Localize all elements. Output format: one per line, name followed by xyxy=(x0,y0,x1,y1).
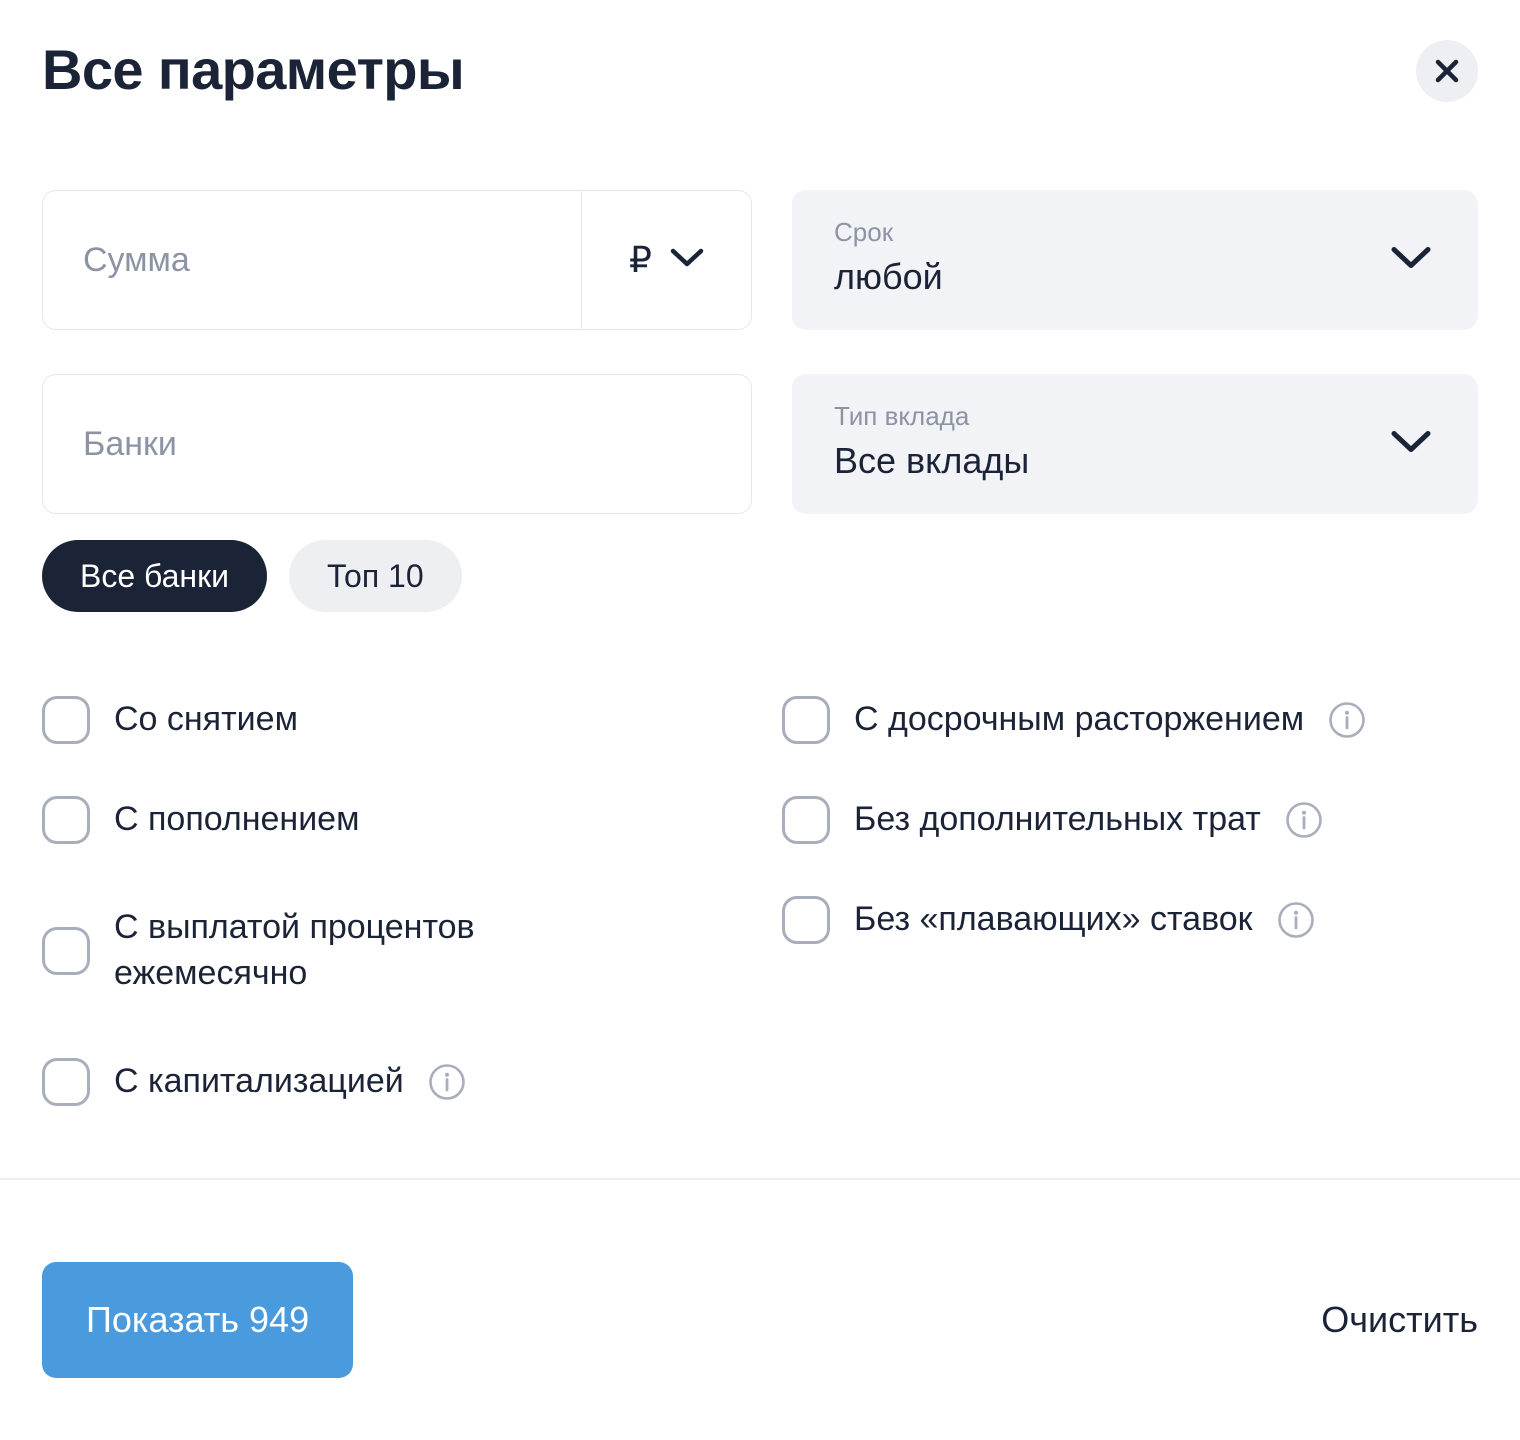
term-select-label: Срок xyxy=(834,217,894,247)
chevron-down-icon xyxy=(1390,429,1432,460)
checkbox-row[interactable]: Со снятием xyxy=(42,670,782,770)
checkbox-box[interactable] xyxy=(782,896,830,944)
show-results-button[interactable]: Показать 949 xyxy=(42,1262,354,1378)
bank-scope-all-banks[interactable]: Все банки xyxy=(42,540,267,612)
modal-footer: Показать 949 Очистить xyxy=(42,1262,1478,1378)
checkbox-box[interactable] xyxy=(42,696,90,744)
bank-scope-top-10[interactable]: Топ 10 xyxy=(288,540,462,612)
page-title: Все параметры xyxy=(42,38,465,101)
checkbox-column-right: С досрочным расторжением Без дополнитель… xyxy=(782,670,1478,1132)
checkbox-row[interactable]: С пополнением xyxy=(42,770,782,870)
term-select-value: любой xyxy=(834,255,943,297)
checkbox-label: С выплатой процентов ежемесячно xyxy=(114,908,475,992)
checkbox-column-left: Со снятием С пополнением С выплатой проц… xyxy=(42,670,782,1132)
filter-controls: ₽ Срок любой Тип вклада xyxy=(42,190,1478,514)
chevron-down-icon xyxy=(670,247,704,274)
banks-input[interactable] xyxy=(43,424,751,464)
amount-input[interactable] xyxy=(43,191,581,329)
deposit-type-select[interactable]: Тип вклада Все вклады xyxy=(792,374,1478,514)
ruble-icon: ₽ xyxy=(629,239,652,280)
checkbox-row[interactable]: С досрочным расторжением xyxy=(782,670,1478,770)
footer-divider xyxy=(0,1178,1520,1180)
term-select[interactable]: Срок любой xyxy=(792,190,1478,330)
currency-select[interactable]: ₽ xyxy=(581,191,751,329)
feature-checkboxes: Со снятием С пополнением С выплатой проц… xyxy=(42,670,1478,1132)
deposit-type-select-label: Тип вклада xyxy=(834,401,970,431)
checkbox-row[interactable]: Без дополнительных трат xyxy=(782,770,1478,870)
info-icon[interactable] xyxy=(428,1063,466,1101)
checkbox-label: С досрочным расторжением xyxy=(854,700,1305,739)
checkbox-label: Без дополнительных трат xyxy=(854,800,1261,839)
all-parameters-modal: Все параметры ₽ Срок xyxy=(0,0,1520,1440)
checkbox-box[interactable] xyxy=(782,796,830,844)
checkbox-label: С капитализацией xyxy=(114,1062,404,1101)
clear-filters-button[interactable]: Очистить xyxy=(1321,1289,1478,1351)
checkbox-box[interactable] xyxy=(42,1058,90,1106)
modal-header: Все параметры xyxy=(42,0,1478,190)
close-button[interactable] xyxy=(1416,40,1478,102)
amount-field: ₽ xyxy=(42,190,752,330)
checkbox-box[interactable] xyxy=(782,696,830,744)
checkbox-label: С пополнением xyxy=(114,800,360,839)
deposit-type-select-value: Все вклады xyxy=(834,439,1030,481)
checkbox-row[interactable]: С выплатой процентов ежемесячно xyxy=(42,870,782,1032)
checkbox-label: Без «плавающих» ставок xyxy=(854,900,1253,939)
checkbox-box[interactable] xyxy=(42,927,90,975)
checkbox-row[interactable]: Без «плавающих» ставок xyxy=(782,870,1478,970)
close-icon xyxy=(1434,58,1460,84)
checkbox-box[interactable] xyxy=(42,796,90,844)
info-icon[interactable] xyxy=(1328,701,1366,739)
checkbox-label: Со снятием xyxy=(114,700,298,739)
checkbox-row[interactable]: С капитализацией xyxy=(42,1032,782,1132)
chevron-down-icon xyxy=(1390,245,1432,276)
info-icon[interactable] xyxy=(1277,901,1315,939)
banks-field xyxy=(42,374,752,514)
info-icon[interactable] xyxy=(1285,801,1323,839)
bank-scope-toggle: Все банки Топ 10 xyxy=(42,540,1478,612)
